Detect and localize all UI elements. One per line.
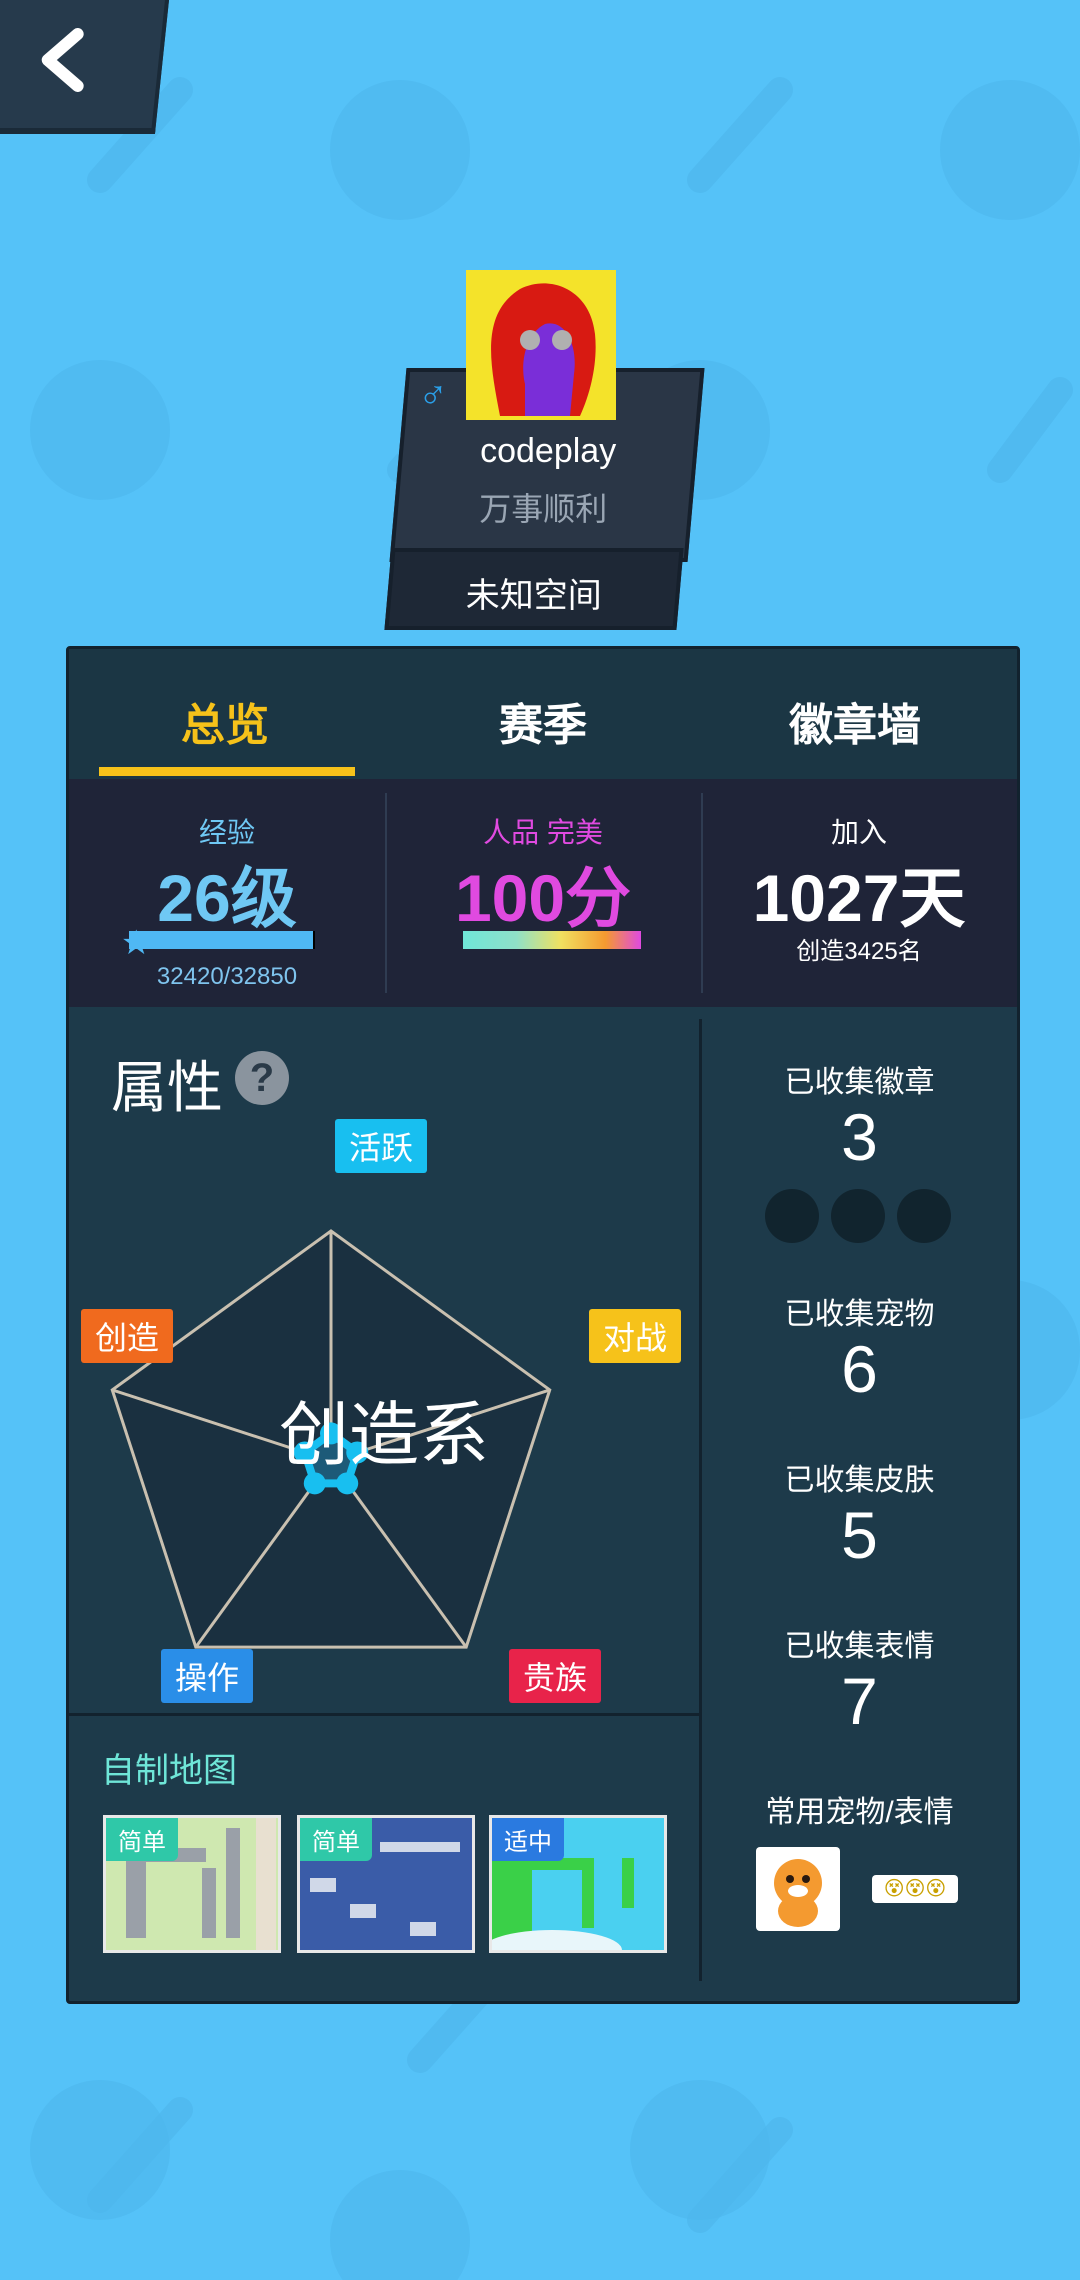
level-value: 26级: [157, 861, 297, 935]
star-icon: ★: [121, 924, 152, 962]
user-motto: 万事顺利: [479, 491, 608, 527]
tiger-pet-icon: [774, 1859, 822, 1927]
attr-battle-tag: 对战: [589, 1309, 682, 1363]
exp-value: 32420/32850: [156, 963, 298, 990]
avatar-image: [470, 274, 612, 416]
active-tab-indicator: [99, 767, 355, 776]
badges-count: 3: [841, 1100, 878, 1174]
map-thumbnail[interactable]: 简单: [297, 1815, 475, 1953]
male-icon: ♂: [418, 372, 448, 416]
favorite-pet-emote-label: 常用宠物/表情: [765, 1796, 954, 1829]
attr-create-tag: 创造: [81, 1309, 174, 1363]
tab-overview[interactable]: 总览: [85, 689, 365, 753]
join-stat: 加入 1027天 创造3425名: [701, 779, 1017, 1007]
username: codeplay: [480, 432, 617, 470]
section-divider: [69, 1713, 699, 1716]
pets-label: 已收集宠物: [784, 1298, 935, 1331]
join-days: 1027天: [752, 861, 966, 935]
profile-panel: 总览 赛季 徽章墙 经验 26级 ★ 32420/32850 人品 完美 100…: [66, 646, 1020, 2004]
skins-label: 已收集皮肤: [784, 1464, 935, 1497]
character-stat: 人品 完美 100分: [385, 779, 701, 1007]
avatar[interactable]: [466, 270, 616, 420]
tab-season[interactable]: 赛季: [403, 689, 683, 753]
profile-space-button[interactable]: 未知空间: [384, 548, 684, 630]
emotes-count: 7: [841, 1664, 878, 1738]
chevron-left-icon: [41, 28, 84, 92]
map-thumbnail[interactable]: 简单: [103, 1815, 281, 1953]
tab-badge-wall[interactable]: 徽章墙: [715, 689, 995, 753]
map-thumbnail[interactable]: 适中: [489, 1815, 667, 1953]
help-icon[interactable]: ?: [235, 1051, 289, 1105]
character-value: 100分: [454, 861, 632, 935]
map-difficulty: 简单: [106, 1818, 178, 1861]
attribute-type: 创造系: [279, 1396, 489, 1474]
badge-slot[interactable]: [765, 1189, 819, 1243]
pets-count: 6: [841, 1332, 878, 1406]
exp-progress-bar: [129, 931, 315, 949]
badge-slot[interactable]: [831, 1189, 885, 1243]
emotes-label: 已收集表情: [784, 1630, 935, 1663]
favorite-emote[interactable]: 😵😵😵: [872, 1875, 958, 1903]
space-label: 未知空间: [465, 577, 602, 615]
badges-label: 已收集徽章: [784, 1066, 935, 1099]
map-difficulty: 适中: [492, 1818, 564, 1861]
back-button[interactable]: [0, 0, 170, 134]
skins-count: 5: [841, 1498, 878, 1572]
custom-maps-title: 自制地图: [101, 1752, 237, 1790]
badge-slot[interactable]: [897, 1189, 951, 1243]
stats-bar: 经验 26级 ★ 32420/32850 人品 完美 100分 加入 1027天…: [69, 779, 1017, 1007]
exp-progress-fill: [129, 931, 313, 949]
attr-operate-tag: 操作: [161, 1649, 254, 1703]
character-bar: [463, 931, 641, 949]
map-difficulty: 简单: [300, 1818, 372, 1861]
create-rank: 创造3425名: [796, 938, 922, 965]
attr-active-tag: 活跃: [335, 1119, 428, 1173]
favorite-pet[interactable]: [756, 1847, 840, 1931]
attr-noble-tag: 贵族: [509, 1649, 602, 1703]
tab-bar: 总览 赛季 徽章墙: [69, 649, 1017, 779]
exp-stat: 经验 26级 ★ 32420/32850: [69, 779, 385, 1007]
